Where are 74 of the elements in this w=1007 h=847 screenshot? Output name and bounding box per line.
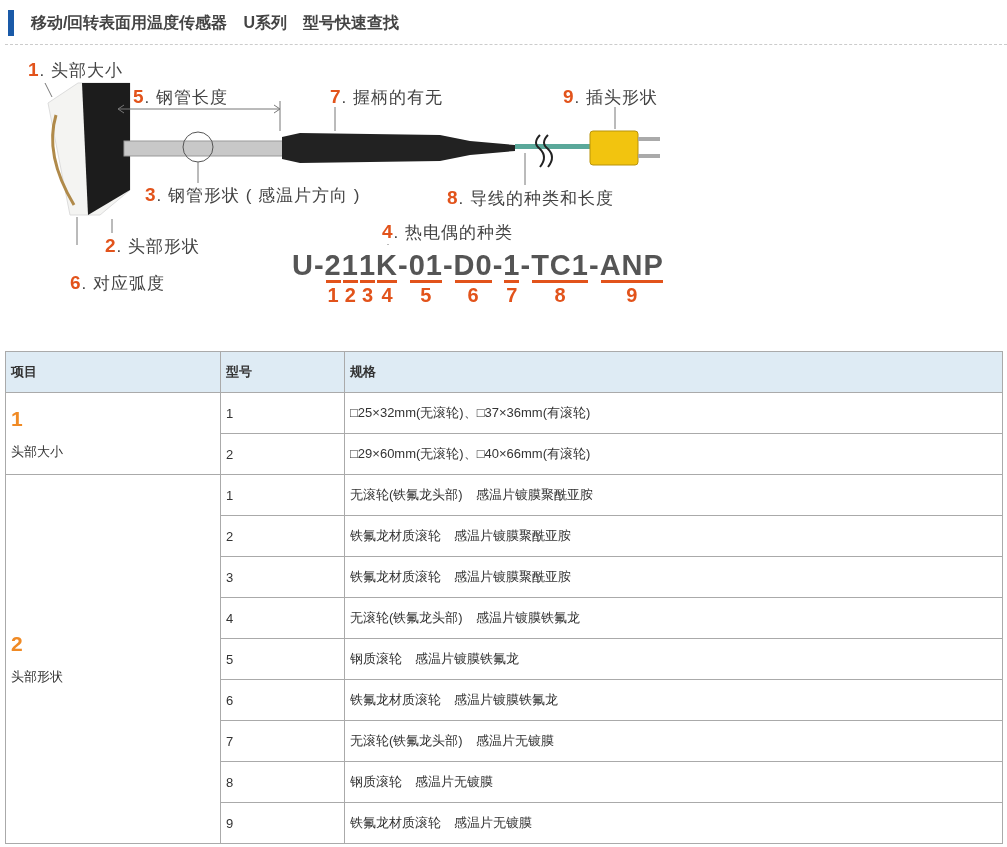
leader-line bbox=[334, 106, 336, 132]
model-code-text: - bbox=[520, 250, 532, 280]
model-code-text: ANP bbox=[599, 250, 664, 280]
segment-number: 7 bbox=[506, 283, 518, 307]
column-header: 规格 bbox=[344, 351, 1003, 393]
table-cell: 无滚轮(铁氟龙头部) 感温片镀膜聚酰亚胺 bbox=[344, 474, 1003, 516]
table-cell: 4 bbox=[220, 597, 345, 639]
leader-line bbox=[279, 100, 281, 132]
item-name: 头部大小 bbox=[11, 442, 64, 461]
model-code-text: 1 bbox=[341, 250, 359, 280]
segment-number: 6 bbox=[467, 283, 479, 307]
table-cell: 铁氟龙材质滚轮 感温片镀膜聚酰亚胺 bbox=[344, 515, 1003, 557]
model-code-text: K bbox=[376, 250, 398, 280]
model-code-text: - bbox=[492, 250, 504, 280]
title-accent-bar bbox=[8, 10, 14, 36]
segment-number: 4 bbox=[381, 283, 393, 307]
model-code-text: D0 bbox=[453, 250, 493, 280]
callout-label: 6. 对应弧度 bbox=[70, 273, 166, 294]
item-number: 1 bbox=[11, 406, 24, 431]
callout-label: 5. 钢管长度 bbox=[133, 87, 229, 108]
table-cell: 钢质滚轮 感温片无镀膜 bbox=[344, 761, 1003, 803]
leader-line bbox=[44, 82, 53, 98]
callout-label: 8. 导线的种类和长度 bbox=[447, 188, 615, 209]
segment-number: 3 bbox=[361, 283, 373, 307]
model-code-text: 1 bbox=[503, 250, 521, 280]
model-code-text: U- bbox=[292, 250, 325, 280]
callout-label: 2. 头部形状 bbox=[105, 236, 201, 257]
table-cell: 无滚轮(铁氟龙头部) 感温片无镀膜 bbox=[344, 720, 1003, 762]
model-code-text: - bbox=[398, 250, 409, 280]
table-cell: 铁氟龙材质滚轮 感温片无镀膜 bbox=[344, 802, 1003, 844]
table-cell: 钢质滚轮 感温片镀膜铁氟龙 bbox=[344, 638, 1003, 680]
table-cell: 无滚轮(铁氟龙头部) 感温片镀膜铁氟龙 bbox=[344, 597, 1003, 639]
leader-line bbox=[524, 152, 526, 186]
item-name: 头部形状 bbox=[11, 668, 64, 686]
callout-label: 3. 钢管形状 ( 感温片方向 ) bbox=[145, 185, 361, 206]
leader-line bbox=[197, 161, 199, 184]
column-header: 型号 bbox=[220, 351, 345, 393]
table-cell: 7 bbox=[220, 720, 345, 762]
leader-line bbox=[387, 243, 389, 245]
table-cell: 1 bbox=[220, 474, 345, 516]
callout-label: 4. 热电偶的种类 bbox=[382, 222, 514, 243]
model-code-text: TC1 bbox=[531, 250, 589, 280]
table-cell: 8 bbox=[220, 761, 345, 803]
segment-number: 5 bbox=[420, 283, 432, 307]
table-cell: 2 bbox=[220, 433, 345, 475]
callout-label: 7. 握柄的有无 bbox=[330, 87, 444, 108]
model-code-text: - bbox=[588, 250, 600, 280]
callout-label: 9. 插头形状 bbox=[563, 87, 659, 108]
model-code-text: 2 bbox=[324, 250, 342, 280]
table-cell: 1 bbox=[220, 392, 345, 434]
table-cell: □29×60mm(无滚轮)、□40×66mm(有滚轮) bbox=[344, 433, 1003, 475]
table-cell: 9 bbox=[220, 802, 345, 844]
segment-number: 8 bbox=[554, 283, 566, 307]
model-code-text: 1 bbox=[358, 250, 377, 280]
leader-line bbox=[111, 218, 113, 234]
callout-circle bbox=[182, 131, 214, 163]
table-cell: □25×32mm(无滚轮)、□37×36mm(有滚轮) bbox=[344, 392, 1003, 434]
callout-label: 1. 头部大小 bbox=[28, 60, 124, 81]
table-cell: 铁氟龙材质滚轮 感温片镀膜铁氟龙 bbox=[344, 679, 1003, 721]
table-cell: 3 bbox=[220, 556, 345, 598]
column-header: 项目 bbox=[5, 351, 221, 393]
segment-number: 2 bbox=[344, 283, 356, 307]
table-cell: 5 bbox=[220, 638, 345, 680]
page-title: 移动/回转表面用温度传感器 U系列 型号快速查找 bbox=[31, 12, 399, 33]
segment-number: 1 bbox=[327, 283, 339, 307]
leader-line bbox=[76, 216, 78, 245]
item-number: 2 bbox=[11, 632, 24, 656]
model-code-text: 01 bbox=[408, 250, 443, 280]
table-cell: 铁氟龙材质滚轮 感温片镀膜聚酰亚胺 bbox=[344, 556, 1003, 598]
leader-line bbox=[614, 106, 616, 130]
model-code-text: - bbox=[442, 250, 454, 280]
segment-number: 9 bbox=[626, 283, 638, 307]
table-cell: 2 bbox=[220, 515, 345, 557]
table-cell: 6 bbox=[220, 679, 345, 721]
